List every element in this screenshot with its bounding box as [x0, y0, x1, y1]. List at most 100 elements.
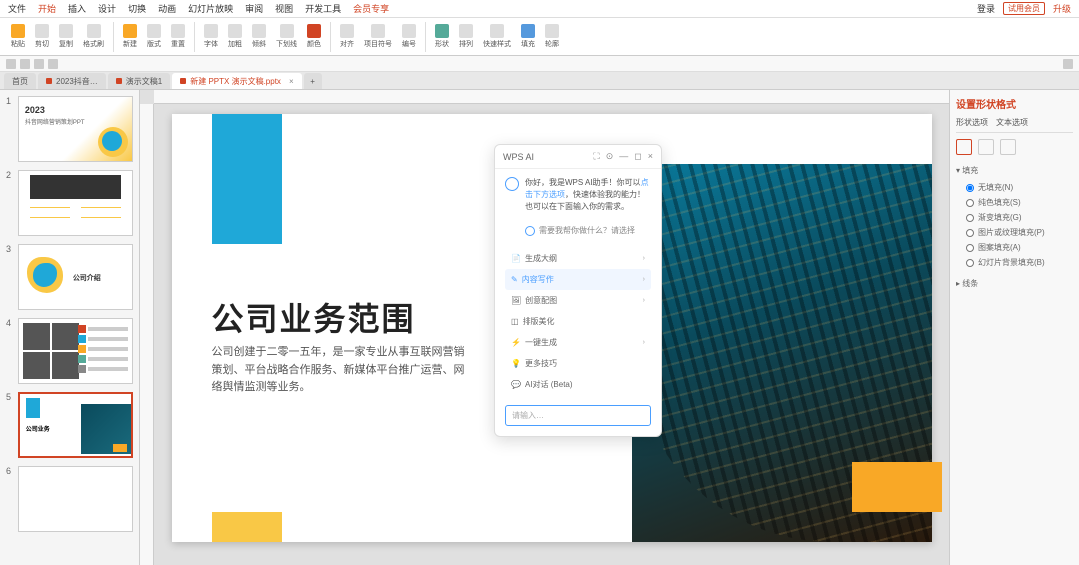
document-tabs: 首页 2023抖音… 演示文稿1 新建 PPTX 演示文稿.pptx× + — [0, 72, 1079, 90]
ai-opt-tips[interactable]: 💡更多技巧 — [505, 353, 651, 374]
doctab-3[interactable]: 新建 PPTX 演示文稿.pptx× — [172, 73, 301, 89]
slide-body-text[interactable]: 公司创建于二零一五年，是一家专业从事互联网营销策划、平台战略合作服务、新媒体平台… — [212, 344, 472, 397]
paste-button[interactable]: 粘贴 — [8, 22, 28, 51]
menu-insert[interactable]: 插入 — [68, 2, 86, 15]
font-button[interactable]: 字体 — [201, 22, 221, 51]
menu-transition[interactable]: 切换 — [128, 2, 146, 15]
fill-picture[interactable]: 图片或纹理填充(P) — [956, 225, 1073, 240]
new-tab-button[interactable]: + — [304, 73, 322, 89]
ruler-vertical — [140, 104, 154, 565]
ai-subprompt: 需要我帮你做什么？请选择 — [495, 221, 661, 244]
reset-button[interactable]: 重置 — [168, 22, 188, 51]
bold-button[interactable]: 加粗 — [225, 22, 245, 51]
fill-gradient[interactable]: 渐变填充(G) — [956, 210, 1073, 225]
ruler-horizontal — [154, 90, 949, 104]
tab-shape-options[interactable]: 形状选项 — [956, 117, 988, 128]
ai-expand-icon[interactable]: ⛶ — [593, 151, 599, 162]
align-button[interactable]: 对齐 — [337, 22, 357, 51]
menu-home[interactable]: 开始 — [38, 2, 56, 15]
ai-opt-writing[interactable]: ✎内容写作› — [505, 269, 651, 290]
slide-thumb-4[interactable] — [18, 318, 133, 384]
shape-yellow-rect-2[interactable] — [212, 512, 282, 542]
menu-bar: 文件 开始 插入 设计 切换 动画 幻灯片放映 审阅 视图 开发工具 会员专享 … — [0, 0, 1079, 18]
italic-button[interactable]: 倾斜 — [249, 22, 269, 51]
shapes-button[interactable]: 形状 — [432, 22, 452, 51]
ai-input-field[interactable]: 请输入… — [505, 405, 651, 426]
ai-dock-icon[interactable]: ◻ — [634, 151, 641, 162]
format-panel-title: 设置形状格式 — [956, 96, 1073, 111]
ai-close-icon[interactable]: × — [648, 151, 653, 162]
qat-more-icon[interactable] — [1063, 59, 1073, 69]
section-line-header[interactable]: ▸ 线条 — [956, 278, 1073, 289]
slide-thumb-5[interactable]: 公司业务 — [18, 392, 133, 458]
upgrade-link[interactable]: 升级 — [1053, 2, 1071, 15]
numbering-button[interactable]: 编号 — [399, 22, 419, 51]
format-panel: 设置形状格式 形状选项 文本选项 ▾ 填充 无填充(N) 纯色填充(S) 渐变填… — [949, 90, 1079, 565]
cut-button[interactable]: 剪切 — [32, 22, 52, 51]
ai-minimize-icon[interactable]: — — [619, 151, 628, 162]
color-button[interactable]: 颜色 — [304, 22, 324, 51]
shape-yellow-rect[interactable] — [852, 462, 942, 512]
fill-slidebg[interactable]: 幻灯片背景填充(B) — [956, 255, 1073, 270]
menu-review[interactable]: 审阅 — [245, 2, 263, 15]
vip-badge[interactable]: 试用会员 — [1003, 2, 1045, 15]
main-area: 1 2023 抖音网络营销策划PPT 2 3 公司介绍 4 — [0, 90, 1079, 565]
menu-dev[interactable]: 开发工具 — [305, 2, 341, 15]
ai-opt-image[interactable]: 🖼创意配图› — [505, 290, 651, 311]
fill-button[interactable]: 填充 — [518, 22, 538, 51]
slide-thumb-3[interactable]: 公司介绍 — [18, 244, 133, 310]
menu-view[interactable]: 视图 — [275, 2, 293, 15]
ai-assistant-panel: WPS AI ⛶ ⊙ — ◻ × 你好，我是WPS AI助手！你可以点击下方选项… — [494, 144, 662, 437]
format-painter-button[interactable]: 格式刷 — [80, 22, 107, 51]
close-icon[interactable]: × — [289, 77, 294, 86]
canvas-area: 公司业务范围 公司创建于二零一五年，是一家专业从事互联网营销策划、平台战略合作服… — [140, 90, 949, 565]
doctab-2[interactable]: 演示文稿1 — [108, 73, 170, 89]
quickstyle-button[interactable]: 快速样式 — [480, 22, 514, 51]
undo-icon[interactable] — [20, 59, 30, 69]
fill-solid[interactable]: 纯色填充(S) — [956, 195, 1073, 210]
layout-button[interactable]: 版式 — [144, 22, 164, 51]
underline-button[interactable]: 下划线 — [273, 22, 300, 51]
effects-tab-icon[interactable] — [978, 139, 994, 155]
menu-animation[interactable]: 动画 — [158, 2, 176, 15]
menu-design[interactable]: 设计 — [98, 2, 116, 15]
size-tab-icon[interactable] — [1000, 139, 1016, 155]
slide-thumb-1[interactable]: 2023 抖音网络营销策划PPT — [18, 96, 133, 162]
ai-opt-chat[interactable]: 💬AI对话 (Beta) — [505, 374, 651, 395]
save-icon[interactable] — [6, 59, 16, 69]
ai-settings-icon[interactable]: ⊙ — [606, 151, 614, 162]
ai-opt-outline[interactable]: 📄生成大纲› — [505, 248, 651, 269]
new-slide-button[interactable]: 新建 — [120, 22, 140, 51]
shape-blue-rect[interactable] — [212, 114, 282, 244]
ai-opt-generate[interactable]: ⚡一键生成› — [505, 332, 651, 353]
ring-icon — [525, 226, 535, 236]
tab-text-options[interactable]: 文本选项 — [996, 117, 1028, 128]
fill-tab-icon[interactable] — [956, 139, 972, 155]
ai-opt-layout[interactable]: ◫排版美化 — [505, 311, 651, 332]
section-fill-header[interactable]: ▾ 填充 — [956, 165, 1073, 176]
quick-access-toolbar — [0, 56, 1079, 72]
copy-button[interactable]: 复制 — [56, 22, 76, 51]
bullets-button[interactable]: 项目符号 — [361, 22, 395, 51]
print-icon[interactable] — [48, 59, 58, 69]
doctab-home[interactable]: 首页 — [4, 73, 36, 89]
slide-panel[interactable]: 1 2023 抖音网络营销策划PPT 2 3 公司介绍 4 — [0, 90, 140, 565]
ai-message: 你好，我是WPS AI助手！你可以点击下方选项，快速体验我的能力！也可以在下面输… — [495, 169, 661, 221]
fill-none[interactable]: 无填充(N) — [956, 180, 1073, 195]
slide-thumb-2[interactable] — [18, 170, 133, 236]
doctab-1[interactable]: 2023抖音… — [38, 73, 106, 89]
menu-slideshow[interactable]: 幻灯片放映 — [188, 2, 233, 15]
canvas-scroll[interactable]: 公司业务范围 公司创建于二零一五年，是一家专业从事互联网营销策划、平台战略合作服… — [154, 104, 949, 565]
menu-file[interactable]: 文件 — [8, 2, 26, 15]
outline-button[interactable]: 轮廓 — [542, 22, 562, 51]
arrange-button[interactable]: 排列 — [456, 22, 476, 51]
ai-panel-title: WPS AI — [503, 152, 534, 162]
login-link[interactable]: 登录 — [977, 2, 995, 15]
menu-vip[interactable]: 会员专享 — [353, 2, 389, 15]
slide-heading[interactable]: 公司业务范围 — [212, 294, 416, 340]
slide-thumb-6[interactable] — [18, 466, 133, 532]
redo-icon[interactable] — [34, 59, 44, 69]
ai-options-list: 📄生成大纲› ✎内容写作› 🖼创意配图› ◫排版美化 ⚡一键生成› 💡更多技巧 … — [495, 244, 661, 399]
ribbon: 粘贴 剪切 复制 格式刷 新建 版式 重置 字体 加粗 倾斜 下划线 颜色 对齐… — [0, 18, 1079, 56]
fill-pattern[interactable]: 图案填充(A) — [956, 240, 1073, 255]
